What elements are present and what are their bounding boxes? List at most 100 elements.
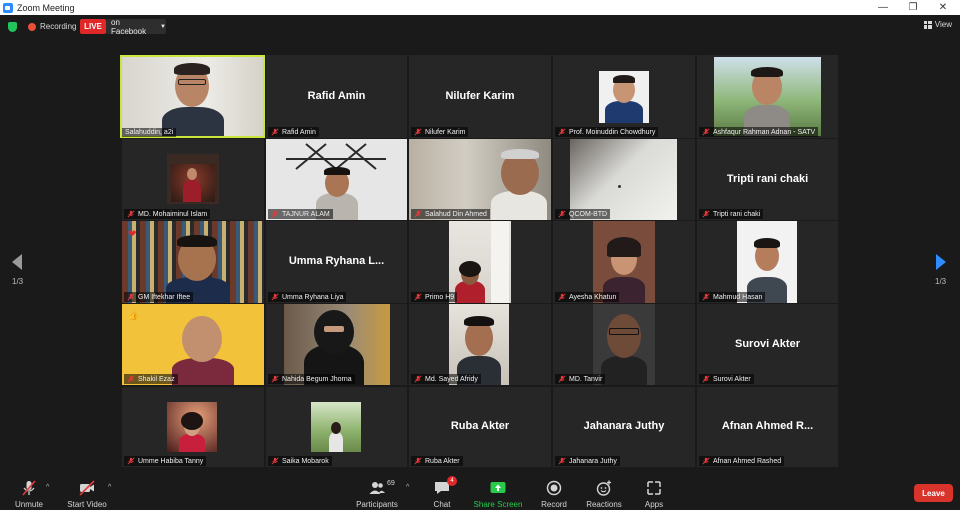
participant-nametag: Md. Sayed Afridy <box>411 374 481 384</box>
participant-name: Primo H9 <box>425 293 455 301</box>
participant-name: Salahud Din Ahmed <box>425 210 487 218</box>
participant-name: Umma Ryhana Liya <box>282 293 344 301</box>
participant-nametag: Nahida Begum Jhorna <box>268 374 355 384</box>
participant-video <box>714 57 821 136</box>
participant-name: Md. Sayed Afridy <box>425 375 478 383</box>
participant-tile[interactable]: 👍 Shakil Ezaz <box>122 304 264 385</box>
participant-nametag: Tripti rani chaki <box>699 209 764 219</box>
muted-mic-icon <box>271 210 279 218</box>
maximize-button[interactable]: ❐ <box>898 0 928 15</box>
participant-nametag: TAJNUR ALAM <box>268 209 333 219</box>
chat-label: Chat <box>433 500 451 509</box>
participant-name: Surovi Akter <box>713 375 751 383</box>
minimize-button[interactable]: — <box>868 0 898 15</box>
participant-nametag: MD. Mohaiminul Islam <box>124 209 211 219</box>
participant-tile[interactable]: ❤ GM Iftekhar Iftee <box>122 221 264 303</box>
participant-display-name: Rafid Amin <box>307 89 366 102</box>
chat-button[interactable]: 4 Chat <box>426 474 458 510</box>
participant-tile[interactable]: MD. Tanvir <box>553 304 695 385</box>
participant-tile[interactable]: MD. Mohaiminul Islam <box>122 139 264 220</box>
participant-tile[interactable]: Ayesha Khatun <box>553 221 695 303</box>
apps-button[interactable]: Apps <box>640 474 668 510</box>
participant-tile[interactable]: Tripti rani chaki Tripti rani chaki <box>697 139 838 220</box>
participant-tile[interactable]: Salahud Din Ahmed <box>409 139 551 220</box>
participant-tile[interactable]: Surovi Akter Surovi Akter <box>697 304 838 385</box>
participant-tile[interactable]: Afnan Ahmed R... Afnan Ahmed Rashed <box>697 387 838 467</box>
muted-mic-icon <box>271 128 279 136</box>
muted-mic-icon <box>414 210 422 218</box>
participant-name: MD. Tanvir <box>569 375 603 383</box>
muted-mic-icon <box>558 210 566 218</box>
muted-mic-icon <box>127 375 135 383</box>
heart-reaction-icon: ❤ <box>128 229 137 240</box>
participant-tile[interactable]: Mahmud Hasan <box>697 221 838 303</box>
leave-button[interactable]: Leave <box>914 484 953 502</box>
participant-name: Ruba Akter <box>425 457 460 465</box>
view-button[interactable]: View <box>923 20 952 29</box>
live-stream-dropdown[interactable]: on Facebook ▼ <box>106 18 166 36</box>
title-bar: Zoom Meeting — ❐ ✕ <box>0 0 960 15</box>
participant-name: Prof. Moinuddin Chowdhury <box>569 128 656 136</box>
participant-nametag: Primo H9 <box>411 292 458 302</box>
participant-nametag: Umme Habiba Tanny <box>124 456 207 466</box>
participant-photo <box>167 154 219 204</box>
participant-tile[interactable]: Umma Ryhana L... Umma Ryhana Liya <box>266 221 407 303</box>
participant-tile[interactable]: Jahanara Juthy Jahanara Juthy <box>553 387 695 467</box>
participant-nametag: Afnan Ahmed Rashed <box>699 456 785 466</box>
apps-icon <box>647 481 661 495</box>
muted-mic-icon <box>702 457 710 465</box>
unmute-button[interactable]: Unmute <box>8 474 50 510</box>
participant-tile[interactable]: Rafid Amin Rafid Amin <box>266 55 407 138</box>
participant-nametag: Umma Ryhana Liya <box>268 292 347 302</box>
reactions-icon <box>596 480 611 496</box>
participant-tile[interactable]: Ruba Akter Ruba Akter <box>409 387 551 467</box>
zoom-app-icon <box>3 2 13 13</box>
muted-mic-icon <box>702 375 710 383</box>
page-indicator-left: 1/3 <box>12 277 24 286</box>
muted-mic-icon <box>22 480 36 496</box>
participant-photo <box>167 402 217 452</box>
reactions-button[interactable]: Reactions <box>584 474 624 510</box>
previous-page-icon[interactable] <box>10 252 24 272</box>
participant-tile[interactable]: Nilufer Karim Nilufer Karim <box>409 55 551 138</box>
grid-icon <box>923 20 932 29</box>
next-page-icon[interactable] <box>934 252 948 272</box>
share-screen-button[interactable]: Share Screen <box>472 474 524 510</box>
muted-mic-icon <box>127 293 135 301</box>
participant-tile[interactable]: Salahuddin, a2i <box>120 55 265 138</box>
participant-name: Tripti rani chaki <box>713 210 761 218</box>
participant-video <box>449 221 511 303</box>
muted-mic-icon <box>127 210 135 218</box>
participant-nametag: Surovi Akter <box>699 374 754 384</box>
participant-nametag: Salahuddin, a2i <box>122 128 177 137</box>
participant-nametag: Ruba Akter <box>411 456 463 466</box>
start-video-button[interactable]: Start Video <box>62 474 112 510</box>
video-options-caret-icon[interactable]: ^ <box>108 484 111 491</box>
participant-nametag: Rafid Amin <box>268 127 319 137</box>
participant-tile[interactable]: Ashfaqur Rahman Adnan - SATV <box>697 55 838 138</box>
participant-video <box>284 304 390 385</box>
record-icon <box>546 480 562 496</box>
participant-tile[interactable]: TAJNUR ALAM <box>266 139 407 220</box>
participants-options-caret-icon[interactable]: ^ <box>406 484 409 491</box>
participant-tile[interactable]: Md. Sayed Afridy <box>409 304 551 385</box>
reactions-label: Reactions <box>586 500 622 509</box>
muted-mic-icon <box>558 375 566 383</box>
participant-tile[interactable]: QCOM-BTD <box>553 139 695 220</box>
participant-tile[interactable]: Saika Mobarok <box>266 387 407 467</box>
participant-display-name: Jahanara Juthy <box>583 419 665 432</box>
audio-options-caret-icon[interactable]: ^ <box>46 484 49 491</box>
participant-video <box>593 304 655 385</box>
participant-nametag: Ashfaqur Rahman Adnan - SATV <box>699 127 819 137</box>
shield-icon[interactable] <box>8 22 17 32</box>
participant-tile[interactable]: Nahida Begum Jhorna <box>266 304 407 385</box>
participant-tile[interactable]: Umme Habiba Tanny <box>122 387 264 467</box>
participant-video <box>266 139 407 220</box>
participant-nametag: Ayesha Khatun <box>555 292 620 302</box>
participant-tile[interactable]: Primo H9 <box>409 221 551 303</box>
participant-tile[interactable]: Prof. Moinuddin Chowdhury <box>553 55 695 138</box>
live-badge: LIVE <box>80 19 106 34</box>
participant-photo <box>599 71 649 123</box>
close-button[interactable]: ✕ <box>928 0 958 15</box>
record-button[interactable]: Record <box>536 474 572 510</box>
